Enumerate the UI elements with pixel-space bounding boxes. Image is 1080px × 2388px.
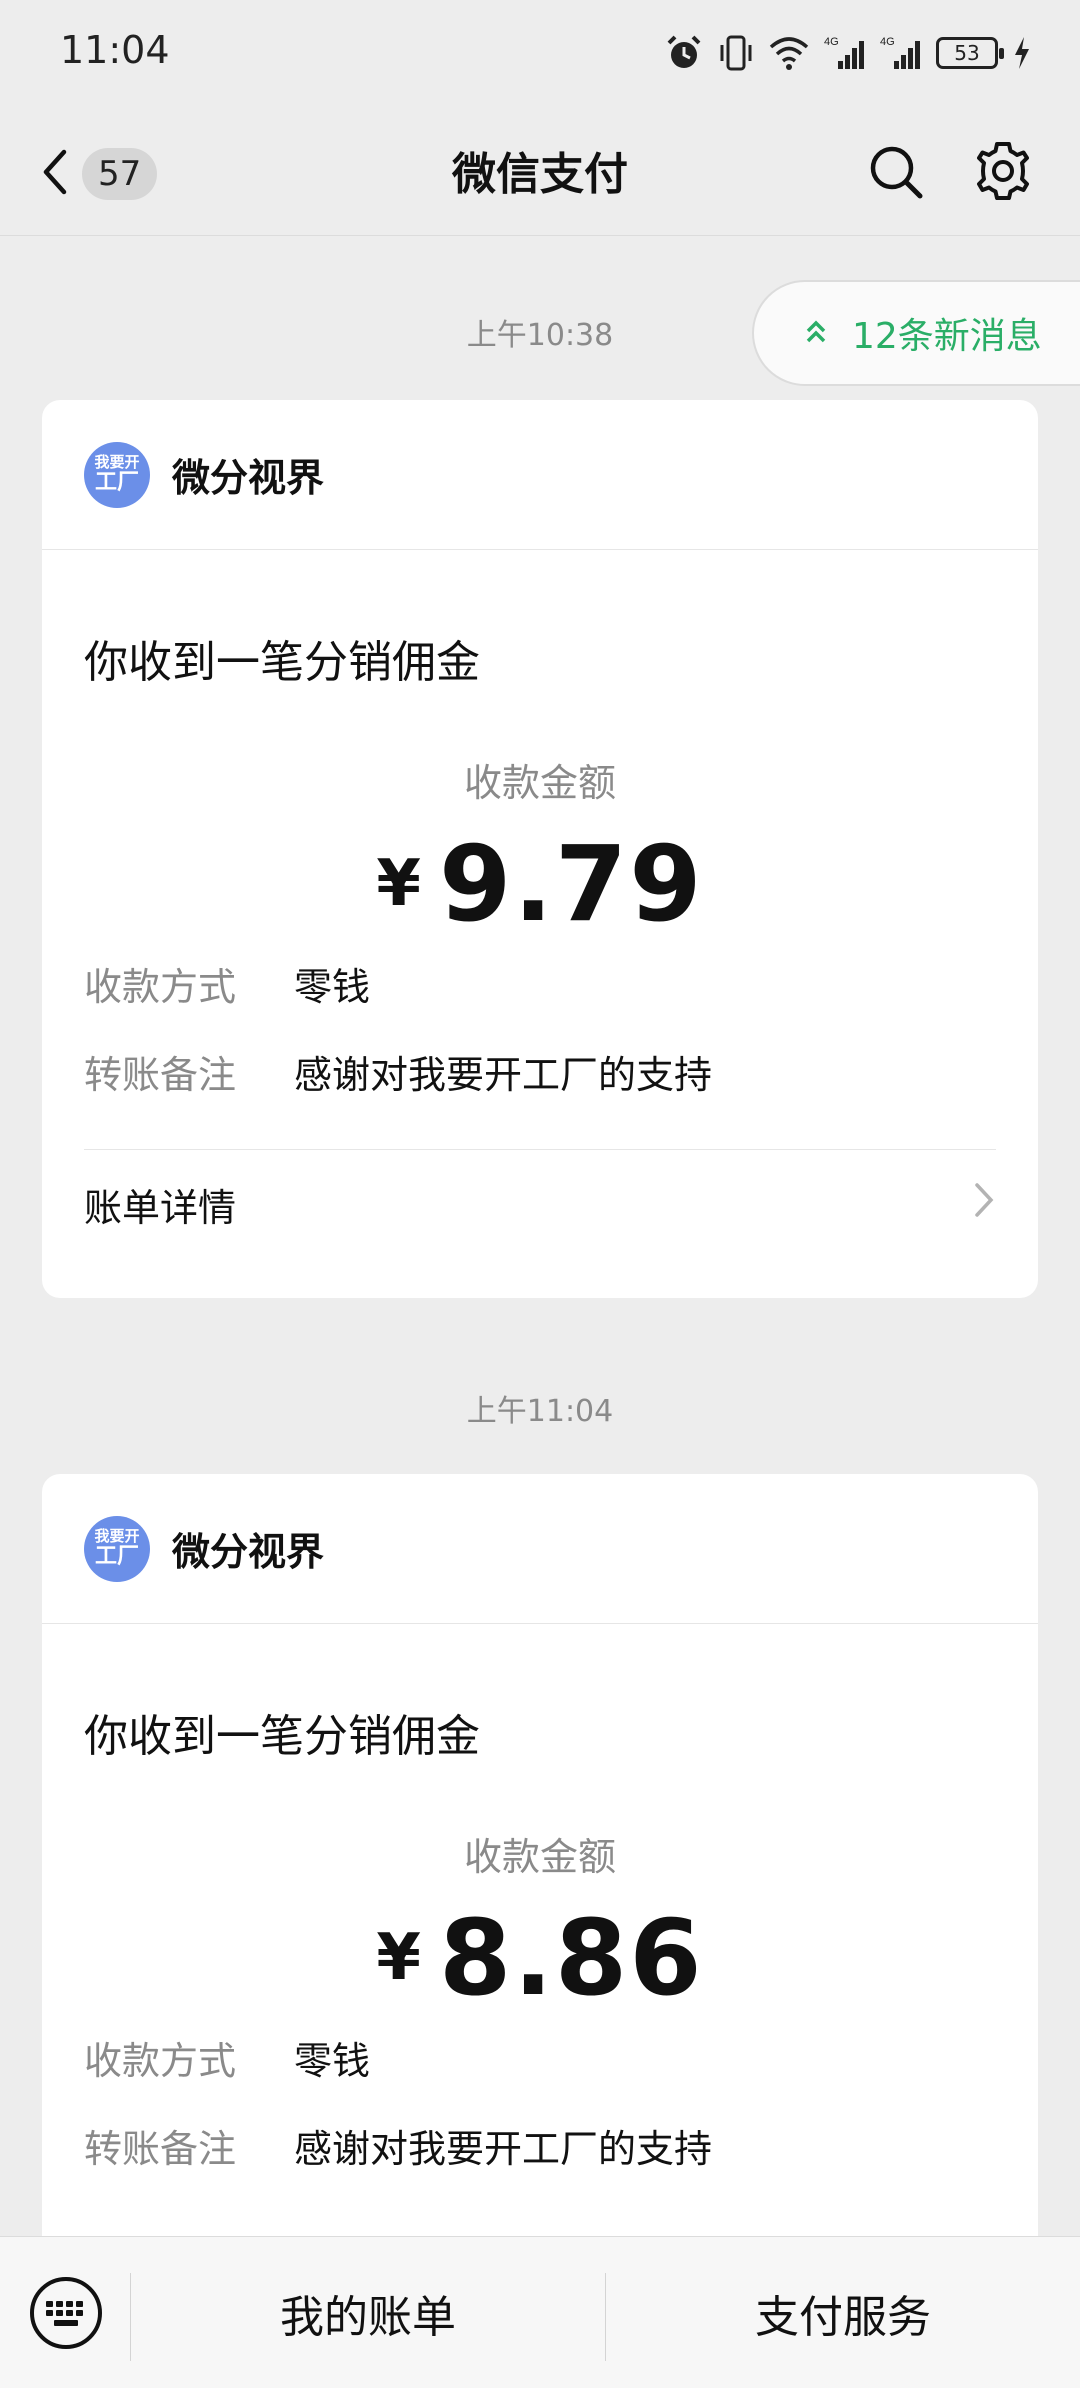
avatar: 我要开 工厂 <box>84 1515 150 1582</box>
method-value: 零钱 <box>294 2038 371 2083</box>
method-value: 零钱 <box>294 964 371 1009</box>
vibrate-icon <box>718 33 754 73</box>
note-row: 转账备注 感谢对我要开工厂的支持 <box>84 1027 1038 1115</box>
charging-icon <box>1012 35 1032 71</box>
payment-card[interactable]: 我要开 工厂 微分视界 你收到一笔分销佣金 收款金额 ¥ 9.79 收款方式 零… <box>42 400 1038 1298</box>
currency-symbol: ¥ <box>376 1921 421 1995</box>
sender-name: 微分视界 <box>172 456 325 500</box>
signal-icon-2: 4G <box>880 33 922 73</box>
new-messages-button[interactable]: 12条新消息 <box>752 280 1080 386</box>
search-icon[interactable] <box>866 142 926 206</box>
nav-bar: 57 微信支付 <box>0 108 1080 236</box>
svg-text:4G: 4G <box>824 36 839 48</box>
amount-value: 9.79 <box>438 823 704 945</box>
message-timestamp: 上午11:04 <box>466 1394 614 1429</box>
payment-card[interactable]: 我要开 工厂 微分视界 你收到一笔分销佣金 收款金额 ¥ 8.86 收款方式 零… <box>42 1474 1038 2274</box>
amount: ¥ 8.86 <box>42 1897 1038 2019</box>
method-label: 收款方式 <box>84 2038 237 2083</box>
bill-details-label: 账单详情 <box>84 1186 237 1230</box>
bottom-menu-bar: 我的账单 支付服务 <box>0 2236 1080 2388</box>
amount-label: 收款金额 <box>463 761 616 805</box>
bill-details-link[interactable]: 账单详情 <box>84 1149 996 1259</box>
sender-name: 微分视界 <box>172 1530 325 1574</box>
card-header[interactable]: 我要开 工厂 微分视界 <box>42 1474 1038 1624</box>
gear-icon[interactable] <box>972 140 1034 206</box>
signal-icon: 4G <box>824 33 866 73</box>
card-header[interactable]: 我要开 工厂 微分视界 <box>42 400 1038 550</box>
payment-services-button[interactable]: 支付服务 <box>606 2237 1080 2388</box>
keyboard-icon[interactable] <box>28 2275 104 2355</box>
note-row: 转账备注 感谢对我要开工厂的支持 <box>84 2101 1038 2189</box>
amount-label: 收款金额 <box>463 1835 616 1879</box>
status-time: 11:04 <box>60 28 170 72</box>
note-value: 感谢对我要开工厂的支持 <box>294 2126 713 2171</box>
svg-text:4G: 4G <box>880 36 895 48</box>
amount: ¥ 9.79 <box>42 823 1038 945</box>
status-bar: 11:04 4G 4G 53 <box>0 0 1080 108</box>
chevron-right-icon <box>972 1180 996 1229</box>
note-label: 转账备注 <box>84 1052 237 1097</box>
currency-symbol: ¥ <box>376 847 421 921</box>
card-title: 你收到一笔分销佣金 <box>84 637 480 688</box>
battery-icon: 53 <box>936 37 1004 69</box>
battery-level: 53 <box>954 41 980 65</box>
avatar: 我要开 工厂 <box>84 441 150 508</box>
method-row: 收款方式 零钱 <box>84 2013 1038 2101</box>
double-chevron-up-icon <box>804 313 828 354</box>
method-row: 收款方式 零钱 <box>84 939 1038 1027</box>
alarm-icon <box>664 33 704 73</box>
my-bills-button[interactable]: 我的账单 <box>131 2237 605 2388</box>
amount-value: 8.86 <box>438 1897 704 2019</box>
card-title: 你收到一笔分销佣金 <box>84 1711 480 1762</box>
note-label: 转账备注 <box>84 2126 237 2171</box>
method-label: 收款方式 <box>84 964 237 1009</box>
new-messages-label: 12条新消息 <box>852 316 1042 357</box>
status-icons: 4G 4G 53 <box>664 30 1032 76</box>
wifi-icon <box>768 33 810 73</box>
note-value: 感谢对我要开工厂的支持 <box>294 1052 713 1097</box>
